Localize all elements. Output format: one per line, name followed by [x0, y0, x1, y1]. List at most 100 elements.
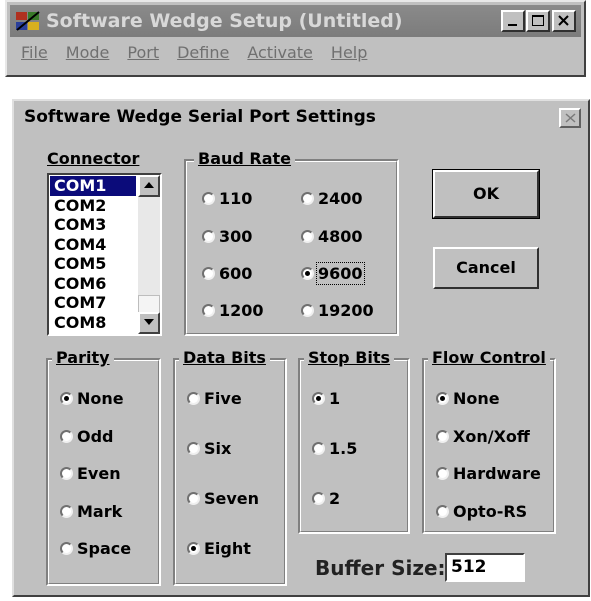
baud-4800-label: 4800: [318, 227, 363, 246]
maximize-button[interactable]: [526, 10, 550, 32]
parity-space-label: Space: [77, 539, 132, 558]
connector-item-com6[interactable]: COM6: [50, 274, 136, 294]
baud-1200-radio[interactable]: 1200: [202, 301, 264, 320]
stop-bits-1-5-label: 1.5: [329, 439, 358, 458]
stop-bits-2-radio[interactable]: 2: [312, 489, 340, 508]
flow-xon-xoff-radio[interactable]: Xon/Xoff: [436, 427, 530, 446]
menu-define[interactable]: Define: [177, 43, 229, 69]
menu-port[interactable]: Port: [127, 43, 159, 69]
flow-none-label: None: [453, 389, 500, 408]
parity-odd-label: Odd: [77, 427, 114, 446]
arrow-up-icon: [144, 182, 154, 188]
stop-bits-1-radio[interactable]: 1: [312, 389, 340, 408]
radio-icon: [187, 442, 200, 455]
data-bits-six-radio[interactable]: Six: [187, 439, 231, 458]
baud-110-radio[interactable]: 110: [202, 189, 252, 208]
dialog-title-bar[interactable]: Software Wedge Serial Port Settings: [16, 103, 586, 135]
connector-items: COM1 COM2 COM3 COM4 COM5 COM6 COM7 COM8: [50, 176, 136, 332]
connector-item-com8[interactable]: COM8: [50, 313, 136, 333]
connector-scrollbar[interactable]: [138, 175, 160, 334]
connector-item-com3[interactable]: COM3: [50, 215, 136, 235]
data-bits-seven-radio[interactable]: Seven: [187, 489, 259, 508]
baud-600-label: 600: [219, 264, 253, 283]
radio-icon: [60, 505, 73, 518]
cancel-button[interactable]: Cancel: [433, 247, 539, 289]
scroll-up-button[interactable]: [138, 175, 160, 197]
baud-9600-radio[interactable]: 9600: [301, 262, 365, 285]
maximize-icon: [532, 15, 544, 26]
data-bits-label: Data Bits: [179, 348, 270, 367]
flow-xon-xoff-label: Xon/Xoff: [453, 427, 530, 446]
flow-none-radio[interactable]: None: [436, 389, 500, 408]
buffer-size-input[interactable]: 512: [445, 553, 525, 582]
flow-opto-rs-radio[interactable]: Opto-RS: [436, 502, 527, 521]
ok-button[interactable]: OK: [432, 169, 540, 219]
stop-bits-1-5-radio[interactable]: 1.5: [312, 439, 357, 458]
close-icon: [565, 113, 576, 123]
minimize-button[interactable]: [501, 10, 525, 32]
dialog-close-button[interactable]: [559, 108, 581, 128]
connector-listbox[interactable]: COM1 COM2 COM3 COM4 COM5 COM6 COM7 COM8: [47, 173, 162, 336]
parity-mark-radio[interactable]: Mark: [60, 502, 122, 521]
parity-label: Parity: [52, 348, 114, 367]
radio-selected-icon: [60, 392, 73, 405]
stop-bits-label: Stop Bits: [304, 348, 395, 367]
menu-mode[interactable]: Mode: [66, 43, 110, 69]
radio-icon: [187, 392, 200, 405]
close-button[interactable]: [552, 10, 576, 32]
radio-icon: [301, 304, 314, 317]
baud-2400-radio[interactable]: 2400: [301, 189, 363, 208]
parity-none-radio[interactable]: None: [60, 389, 124, 408]
data-bits-five-radio[interactable]: Five: [187, 389, 242, 408]
radio-icon: [436, 505, 449, 518]
stop-bits-2-label: 2: [329, 489, 341, 508]
scroll-down-button[interactable]: [138, 312, 160, 334]
buffer-size-label: Buffer Size:: [315, 556, 446, 580]
radio-icon: [202, 304, 215, 317]
radio-icon: [187, 492, 200, 505]
stop-bits-1-label: 1: [329, 389, 341, 408]
connector-label: Connector: [47, 149, 140, 168]
menu-file[interactable]: File: [21, 43, 48, 69]
parity-even-radio[interactable]: Even: [60, 464, 121, 483]
connector-item-com7[interactable]: COM7: [50, 293, 136, 313]
menu-help[interactable]: Help: [331, 43, 367, 69]
radio-icon: [312, 492, 325, 505]
radio-selected-icon: [301, 267, 314, 280]
radio-icon: [60, 467, 73, 480]
baud-rate-label: Baud Rate: [194, 149, 296, 168]
app-icon: [16, 11, 40, 31]
baud-1200-label: 1200: [219, 301, 264, 320]
connector-item-com5[interactable]: COM5: [50, 254, 136, 274]
menu-activate[interactable]: Activate: [247, 43, 313, 69]
baud-600-radio[interactable]: 600: [202, 264, 252, 283]
radio-icon: [312, 442, 325, 455]
arrow-down-icon: [144, 319, 154, 325]
data-bits-eight-radio[interactable]: Eight: [187, 539, 251, 558]
radio-selected-icon: [436, 392, 449, 405]
baud-19200-radio[interactable]: 19200: [301, 301, 374, 320]
radio-icon: [60, 542, 73, 555]
baud-300-radio[interactable]: 300: [202, 227, 252, 246]
main-title-bar[interactable]: Software Wedge Setup (Untitled): [10, 5, 581, 37]
baud-4800-radio[interactable]: 4800: [301, 227, 363, 246]
radio-icon: [202, 192, 215, 205]
parity-none-label: None: [77, 389, 124, 408]
connector-item-com4[interactable]: COM4: [50, 235, 136, 255]
baud-9600-label: 9600: [316, 262, 365, 285]
flow-hardware-radio[interactable]: Hardware: [436, 464, 541, 483]
parity-space-radio[interactable]: Space: [60, 539, 131, 558]
radio-icon: [202, 230, 215, 243]
data-bits-eight-label: Eight: [204, 539, 251, 558]
flow-opto-rs-label: Opto-RS: [453, 502, 528, 521]
flow-control-label: Flow Control: [428, 348, 550, 367]
serial-port-settings-dialog: Software Wedge Serial Port Settings Conn…: [12, 99, 590, 597]
connector-item-com1[interactable]: COM1: [50, 176, 136, 196]
connector-item-com2[interactable]: COM2: [50, 196, 136, 216]
radio-icon: [301, 230, 314, 243]
minimize-icon: [508, 24, 517, 26]
parity-odd-radio[interactable]: Odd: [60, 427, 114, 446]
scroll-thumb[interactable]: [138, 295, 160, 313]
radio-icon: [436, 430, 449, 443]
radio-icon: [60, 430, 73, 443]
